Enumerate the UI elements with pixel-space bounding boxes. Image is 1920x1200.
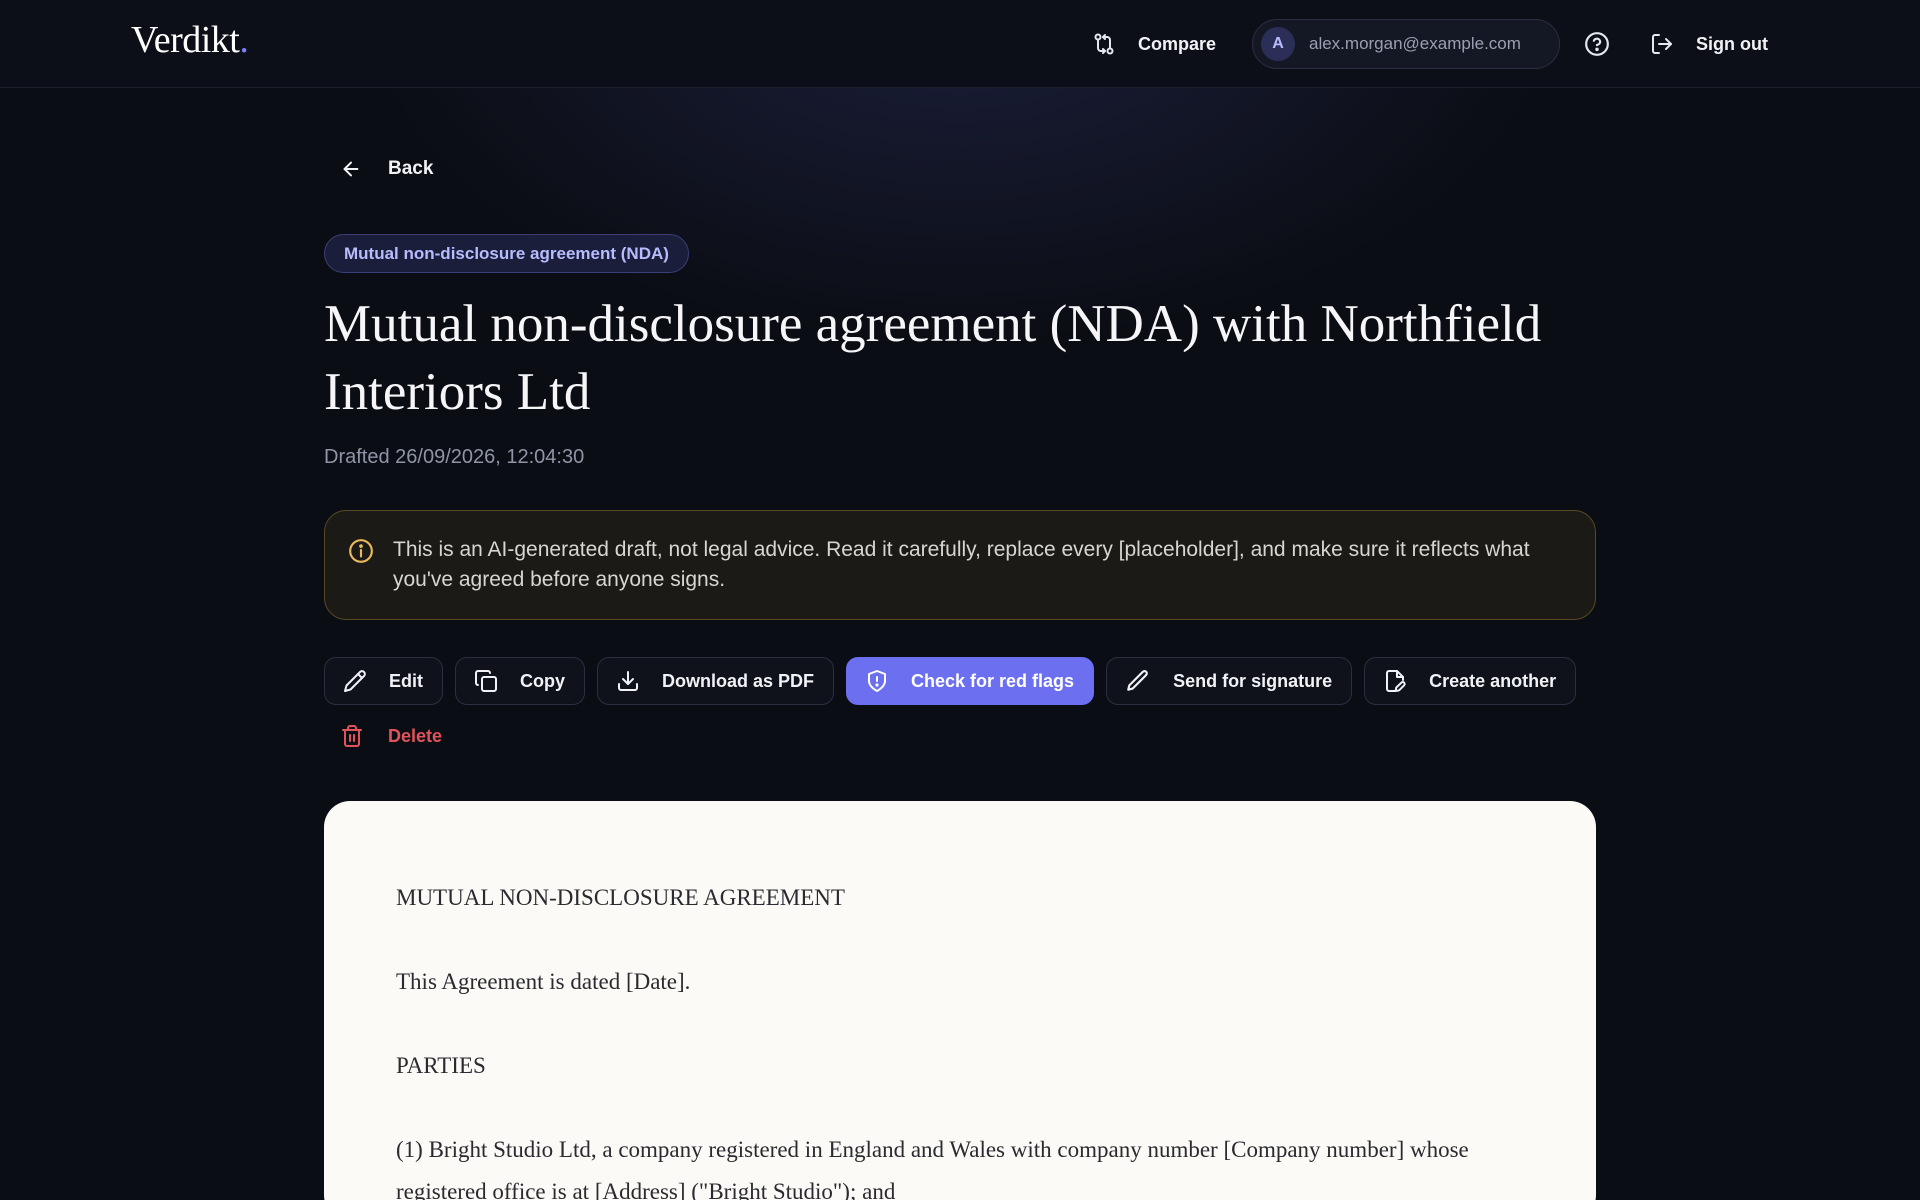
edit-button[interactable]: Edit bbox=[324, 657, 443, 705]
copy-icon bbox=[474, 669, 498, 693]
copy-button[interactable]: Copy bbox=[455, 657, 585, 705]
brand-dot: . bbox=[239, 19, 249, 61]
arrow-left-icon bbox=[340, 158, 362, 180]
download-pdf-button[interactable]: Download as PDF bbox=[597, 657, 835, 705]
compare-label: Compare bbox=[1138, 33, 1217, 54]
download-pdf-label: Download as PDF bbox=[662, 670, 815, 691]
disclaimer-banner: This is an AI-generated draft, not legal… bbox=[324, 510, 1596, 620]
help-icon[interactable] bbox=[1584, 31, 1610, 57]
create-another-button[interactable]: Create another bbox=[1364, 657, 1577, 705]
brand-logo[interactable]: Verdikt. bbox=[131, 18, 249, 62]
edit-label: Edit bbox=[389, 670, 423, 691]
sign-out-button[interactable]: Sign out bbox=[1650, 27, 1768, 61]
check-red-flags-button[interactable]: Check for red flags bbox=[846, 657, 1095, 705]
drafted-timestamp: Drafted 26/09/2026, 12:04:30 bbox=[324, 446, 585, 468]
document-date-line: This Agreement is dated [Date]. bbox=[396, 969, 691, 994]
send-for-signature-label: Send for signature bbox=[1173, 670, 1333, 691]
send-for-signature-button[interactable]: Send for signature bbox=[1106, 657, 1353, 705]
user-email: alex.morgan@example.com bbox=[1309, 34, 1521, 53]
document-preview: MUTUAL NON-DISCLOSURE AGREEMENT This Agr… bbox=[324, 801, 1596, 1200]
delete-label: Delete bbox=[388, 725, 443, 746]
disclaimer-text: This is an AI-generated draft, not legal… bbox=[393, 538, 1530, 591]
avatar: A bbox=[1261, 27, 1295, 61]
sign-out-label: Sign out bbox=[1696, 33, 1768, 54]
shield-alert-icon bbox=[865, 669, 889, 693]
top-bar: Verdikt. Compare A alex.morgan@example.c… bbox=[0, 0, 1920, 88]
action-toolbar: Edit Copy Download as PDF Check for red … bbox=[324, 657, 1577, 705]
delete-button[interactable]: Delete bbox=[340, 724, 442, 748]
party-1-clause: (1) Bright Studio Ltd, a company registe… bbox=[396, 1137, 1469, 1200]
check-red-flags-label: Check for red flags bbox=[911, 670, 1075, 691]
document-heading: MUTUAL NON-DISCLOSURE AGREEMENT bbox=[396, 885, 845, 910]
trash-icon bbox=[340, 724, 364, 748]
parties-heading: PARTIES bbox=[396, 1053, 486, 1078]
file-pen-icon bbox=[1383, 669, 1407, 693]
compare-link[interactable]: Compare bbox=[1092, 27, 1216, 61]
back-label: Back bbox=[388, 158, 434, 179]
logout-icon bbox=[1650, 32, 1674, 56]
brand-name: Verdikt bbox=[131, 19, 240, 61]
document-type-badge: Mutual non-disclosure agreement (NDA) bbox=[324, 234, 689, 273]
pencil-icon bbox=[343, 669, 367, 693]
compare-icon bbox=[1092, 32, 1116, 56]
create-another-label: Create another bbox=[1429, 670, 1557, 691]
page-title: Mutual non-disclosure agreement (NDA) wi… bbox=[324, 295, 1542, 421]
download-icon bbox=[616, 669, 640, 693]
back-button[interactable]: Back bbox=[340, 158, 433, 180]
user-menu[interactable]: A alex.morgan@example.com bbox=[1252, 19, 1560, 69]
pen-icon bbox=[1125, 668, 1151, 694]
copy-label: Copy bbox=[520, 670, 565, 691]
info-icon bbox=[348, 538, 374, 564]
